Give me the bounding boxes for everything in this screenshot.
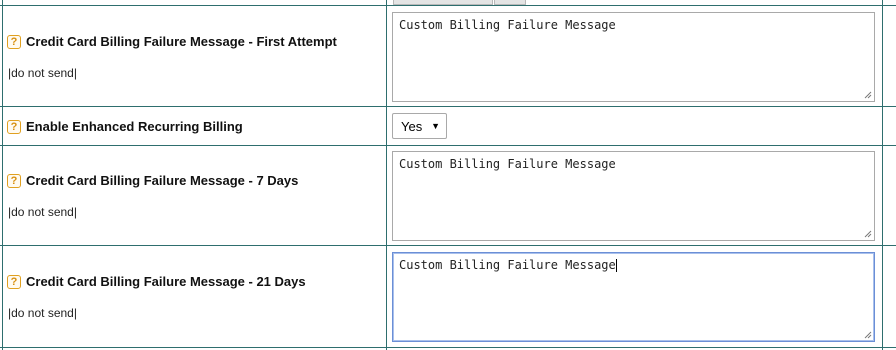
seven-days-message-textarea[interactable]: Custom Billing Failure Message <box>392 151 875 241</box>
first-attempt-label-text: Credit Card Billing Failure Message - Fi… <box>26 34 337 49</box>
row-divider <box>0 145 896 146</box>
first-attempt-label: ? Credit Card Billing Failure Message - … <box>7 34 337 49</box>
seven-days-message-text: Custom Billing Failure Message <box>399 157 616 171</box>
row-divider <box>0 245 896 246</box>
twenty-one-days-message-text: Custom Billing Failure Message <box>399 258 616 272</box>
previous-row-control <box>393 0 493 5</box>
help-icon[interactable]: ? <box>7 34 21 49</box>
column-divider <box>386 0 387 350</box>
seven-days-label-text: Credit Card Billing Failure Message - 7 … <box>26 173 299 188</box>
resize-grip-icon[interactable] <box>864 230 872 238</box>
twenty-one-days-label-text: Credit Card Billing Failure Message - 21… <box>26 274 306 289</box>
twenty-one-days-status: |do not send| <box>8 306 77 320</box>
resize-grip-icon[interactable] <box>864 91 872 99</box>
enhanced-billing-select[interactable]: Yes ▼ <box>392 113 447 139</box>
twenty-one-days-message-textarea[interactable]: Custom Billing Failure Message <box>392 252 875 342</box>
enhanced-billing-label: ? Enable Enhanced Recurring Billing <box>7 119 243 134</box>
first-attempt-message-textarea[interactable]: Custom Billing Failure Message <box>392 12 875 102</box>
row-divider <box>0 5 896 6</box>
first-attempt-message-text: Custom Billing Failure Message <box>399 18 616 32</box>
row-divider <box>0 106 896 107</box>
text-cursor <box>615 259 617 272</box>
help-icon[interactable]: ? <box>7 274 21 289</box>
row-divider <box>0 347 896 348</box>
seven-days-label: ? Credit Card Billing Failure Message - … <box>7 173 298 188</box>
enhanced-billing-select-value: Yes <box>401 118 423 134</box>
table-border-left <box>2 0 3 350</box>
table-border-right <box>882 0 883 350</box>
resize-grip-icon[interactable] <box>864 331 872 339</box>
seven-days-status: |do not send| <box>8 205 77 219</box>
enhanced-billing-label-text: Enable Enhanced Recurring Billing <box>26 119 243 134</box>
first-attempt-status: |do not send| <box>8 66 77 80</box>
help-icon[interactable]: ? <box>7 173 21 188</box>
chevron-down-icon: ▼ <box>431 121 440 131</box>
previous-row-control <box>494 0 526 5</box>
twenty-one-days-label: ? Credit Card Billing Failure Message - … <box>7 274 306 289</box>
help-icon[interactable]: ? <box>7 119 21 134</box>
